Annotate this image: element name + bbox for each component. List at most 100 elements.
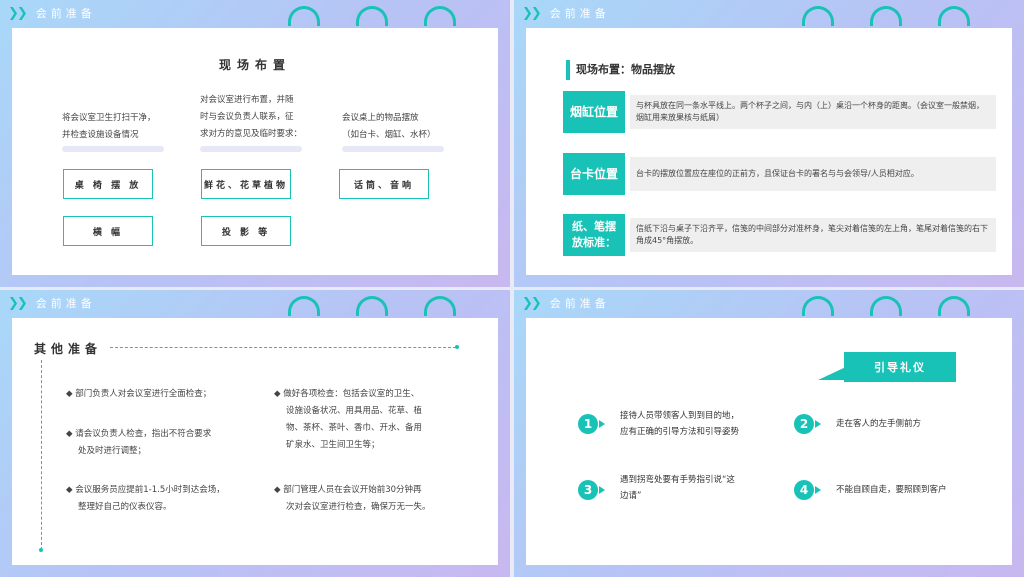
panel-title: 现场布置：物品摆放 <box>576 63 675 76</box>
item-box: 横 幅 <box>63 216 153 246</box>
content-card: 现场布置：物品摆放 烟缸位置 与杯具放在同一条水平线上。两个杯子之间，与内（上）… <box>526 28 1012 275</box>
text-line: 边请” <box>620 491 642 501</box>
section-header: ❯❯ 会前准备 <box>8 4 96 22</box>
banner-title: 引导礼仪 <box>844 352 956 382</box>
arrow-right-icon <box>815 420 821 428</box>
text-line: 不能自顾自走，要照顾到客户 <box>836 485 947 495</box>
row-text: 台卡的摆放位置应在座位的正前方，且保证台卡的署名与与会领导/人员相对应。 <box>630 157 996 191</box>
text-line: 次对会议室进行检查，确保万无一失。 <box>286 502 431 512</box>
step-number: 1 <box>578 414 598 434</box>
ring-icon <box>288 296 320 316</box>
ring-icon <box>424 6 456 26</box>
step-text: 接待人员带领客人到到目的地， 应有正确的引导方法和引导姿势 <box>620 408 739 440</box>
text-line: 处及时进行调整； <box>78 446 147 456</box>
text-line: 矿泉水、卫生间卫生等； <box>286 440 380 450</box>
step-text: 遇到拐弯处要有手势指引说“这 边请” <box>620 472 735 504</box>
item-box: 桌 椅 摆 放 <box>63 169 153 199</box>
ring-icon <box>356 6 388 26</box>
arrow-right-icon <box>599 420 605 428</box>
ring-icon <box>802 296 834 316</box>
bullet-item: ◆ 请会议负责人检查，指出不符合要求 处及时进行调整； <box>66 426 211 460</box>
divider-bar <box>200 146 302 152</box>
row-text: 与杯具放在同一条水平线上。两个杯子之间，与内（上）桌沿一个杯身的距离。（会议室一… <box>630 95 996 129</box>
step-text: 走在客人的左手侧前方 <box>836 416 921 432</box>
text-line: 求对方的意见及临时要求： <box>200 129 303 139</box>
ring-icon <box>938 6 970 26</box>
section-header: ❯❯ 会前准备 <box>8 294 96 312</box>
line-dot <box>39 548 43 552</box>
text-line: 对会议室进行布置，并随 <box>200 95 294 105</box>
arrow-right-icon <box>815 486 821 494</box>
ring-icon <box>288 6 320 26</box>
section-header-label: 会前准备 <box>35 7 96 20</box>
text-line: 设施设备状况、用具用品、花草、植 <box>286 406 423 416</box>
text-line: 将会议室卫生打扫干净， <box>62 113 156 123</box>
section-header: ❯❯ 会前准备 <box>522 4 610 22</box>
text-line: 物、茶杯、茶叶、香巾、开水、备用 <box>286 423 423 433</box>
accent-bar <box>566 60 570 80</box>
text-line: 整理好自己的仪表仪容。 <box>78 502 172 512</box>
item-box: 投 影 等 <box>201 216 291 246</box>
binder-rings <box>802 6 992 26</box>
section-header-label: 会前准备 <box>35 297 96 310</box>
ring-icon <box>870 296 902 316</box>
panel-title: 其他准备 <box>34 342 103 356</box>
step-number: 2 <box>794 414 814 434</box>
text-line: 时与会议负责人联系，征 <box>200 112 294 122</box>
tag-box: 烟缸位置 <box>563 91 625 133</box>
dashed-line <box>110 347 456 348</box>
tag-box: 纸、笔摆放标准： <box>563 214 625 256</box>
slide-panel-2[interactable]: ❯❯ 会前准备 现场布置：物品摆放 烟缸位置 与杯具放在同一条水平线上。两个杯子之… <box>514 0 1024 287</box>
column-text-2: 对会议室进行布置，并随 时与会议负责人联系，征 求对方的意见及临时要求： <box>200 92 302 143</box>
chevron-right-icon: ❯❯ <box>522 5 542 21</box>
dashed-line <box>41 360 42 550</box>
column-text-1: 将会议室卫生打扫干净， 并检查设施设备情况 <box>62 110 156 144</box>
text-line: 遇到拐弯处要有手势指引说“这 <box>620 475 735 485</box>
text-line: （如台卡、烟缸、水杯） <box>342 130 436 140</box>
text-line: 并检查设施设备情况 <box>62 130 139 140</box>
item-box: 鲜花、花草植物 <box>201 169 291 199</box>
text-line: 应有正确的引导方法和引导姿势 <box>620 427 740 437</box>
chevron-right-icon: ❯❯ <box>522 295 542 311</box>
step-number: 4 <box>794 480 814 500</box>
text-line: ◆ 请会议负责人检查，指出不符合要求 <box>66 429 212 439</box>
text-line: ◆ 做好各项检查：包括会议室的卫生、 <box>274 389 420 399</box>
text-line: 走在客人的左手侧前方 <box>836 419 922 429</box>
step-text: 不能自顾自走，要照顾到客户 <box>836 482 947 498</box>
ring-icon <box>938 296 970 316</box>
ring-icon <box>802 6 834 26</box>
slide-panel-4[interactable]: ❯❯ 会前准备 引导礼仪 1 接待人员带领客人到到目的地， 应有正确的引导方法和引… <box>514 290 1024 577</box>
step-number: 3 <box>578 480 598 500</box>
bullet-item: ◆ 做好各项检查：包括会议室的卫生、 设施设备状况、用具用品、花草、植 物、茶杯… <box>274 386 422 454</box>
content-card: 其他准备 ◆ 部门负责人对会议室进行全面检查； ◆ 请会议负责人检查，指出不符合… <box>12 318 498 565</box>
bullet-item: ◆ 部门负责人对会议室进行全面检查； <box>66 386 211 403</box>
tag-box: 台卡位置 <box>563 153 625 195</box>
arrow-right-icon <box>599 486 605 494</box>
chevron-right-icon: ❯❯ <box>8 5 28 21</box>
chevron-right-icon: ❯❯ <box>8 295 28 311</box>
bullet-item: ◆ 会议服务员应提前1-1.5小时到达会场， 整理好自己的仪表仪容。 <box>66 482 225 516</box>
bullet-item: ◆ 部门管理人员在会议开始前30分钟再 次对会议室进行检查，确保万无一失。 <box>274 482 431 516</box>
content-card: 引导礼仪 1 接待人员带领客人到到目的地， 应有正确的引导方法和引导姿势 2 走… <box>526 318 1012 565</box>
text-line: ◆ 部门管理人员在会议开始前30分钟再 <box>274 485 422 495</box>
column-text-3: 会议桌上的物品摆放 （如台卡、烟缸、水杯） <box>342 110 436 144</box>
text-line: ◆ 会议服务员应提前1-1.5小时到达会场， <box>66 485 225 495</box>
slide-grid: ❯❯ 会前准备 现场布置 将会议室卫生打扫干净， 并检查设施设备情况 对会议室进行… <box>0 0 1024 577</box>
binder-rings <box>288 6 478 26</box>
slide-panel-3[interactable]: ❯❯ 会前准备 其他准备 ◆ 部门负责人对会议室进行全面检查； ◆ 请会议负责人检… <box>0 290 510 577</box>
panel-title: 现场布置 <box>218 58 291 72</box>
ring-icon <box>870 6 902 26</box>
binder-rings <box>288 296 478 316</box>
line-dot <box>455 345 459 349</box>
binder-rings <box>802 296 992 316</box>
section-header-label: 会前准备 <box>549 297 610 310</box>
section-header: ❯❯ 会前准备 <box>522 294 610 312</box>
text-line: 接待人员带领客人到到目的地， <box>620 411 740 421</box>
text-line: 会议桌上的物品摆放 <box>342 113 419 123</box>
slide-panel-1[interactable]: ❯❯ 会前准备 现场布置 将会议室卫生打扫干净， 并检查设施设备情况 对会议室进行… <box>0 0 510 287</box>
item-box: 话筒、音响 <box>339 169 429 199</box>
content-card: 现场布置 将会议室卫生打扫干净， 并检查设施设备情况 对会议室进行布置，并随 时… <box>12 28 498 275</box>
row-text: 信纸下沿与桌子下沿齐平，信笺的中间部分对准杯身，笔尖对着信笺的左上角，笔尾对着信… <box>630 218 996 252</box>
ring-icon <box>356 296 388 316</box>
section-header-label: 会前准备 <box>549 7 610 20</box>
